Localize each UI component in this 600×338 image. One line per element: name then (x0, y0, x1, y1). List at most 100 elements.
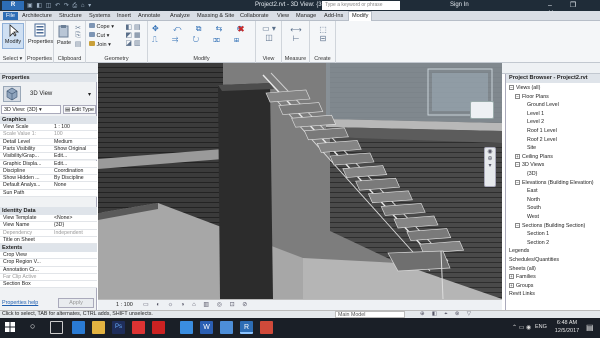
browser-item[interactable]: Level 2 (527, 119, 544, 126)
property-row[interactable]: Parts Visibility Show Original (0, 145, 97, 154)
navigation-bar[interactable]: ◉ ⊕ ▾ (484, 147, 496, 187)
revit-taskbar-icon[interactable]: R (240, 321, 253, 334)
browser-item[interactable]: + Ceiling Plans (515, 154, 553, 161)
property-value[interactable]: <None> (54, 215, 95, 222)
properties-help-link[interactable]: Properties help (2, 300, 38, 306)
browser-item[interactable]: − Floor Plans (515, 94, 549, 101)
property-value[interactable]: {3D} (54, 222, 95, 229)
apply-button[interactable]: Apply (58, 298, 94, 308)
display-icon[interactable] (180, 321, 193, 334)
acrobat-icon[interactable] (132, 321, 145, 334)
create-tools[interactable]: ⬚ ⊟ (313, 25, 333, 43)
tree-toggle-icon[interactable]: + (509, 282, 514, 288)
active-workset[interactable]: Main Model (335, 311, 405, 318)
clock-date[interactable]: 12/5/2017 (552, 328, 582, 334)
browser-item[interactable]: −3D Views (515, 162, 544, 169)
tree-toggle-icon[interactable]: − (515, 179, 520, 185)
tab-massing-site[interactable]: Massing & Site (197, 12, 234, 20)
extents-section-header[interactable]: Extents (0, 244, 97, 252)
browser-item[interactable]: − Elevations (Building Elevation) (515, 180, 594, 187)
property-row[interactable]: View Name {3D} (0, 222, 97, 230)
property-row[interactable]: Show Hidden ... By Discipline (0, 175, 97, 183)
property-row[interactable]: Graphic Displa... Edit... (0, 160, 97, 168)
paste-button[interactable]: Paste (57, 24, 71, 48)
property-row[interactable]: Default Analys... None (0, 182, 97, 190)
property-value[interactable]: Medium (54, 139, 95, 146)
property-row[interactable]: View Template <None> (0, 215, 97, 223)
tab-add-ins[interactable]: Add-Ins (324, 12, 343, 20)
instance-selector[interactable]: 3D View: {3D} ▾ (1, 105, 61, 114)
type-dropdown-arrow[interactable]: ▾ (88, 91, 91, 98)
view-scale[interactable]: 1 : 100 (116, 302, 133, 308)
properties-button[interactable]: Properties (28, 23, 53, 49)
browser-item[interactable]: South (527, 205, 541, 212)
measure-tools[interactable]: ⟷ ⊢ (285, 25, 307, 43)
cut-button[interactable]: Cut ▾ (89, 32, 109, 39)
tab-view[interactable]: View (277, 12, 289, 20)
browser-item[interactable]: − Sections (Building Section) (515, 223, 585, 230)
browser-item[interactable]: East (527, 188, 538, 195)
join-button[interactable]: Join ▾ (89, 41, 111, 48)
property-value[interactable]: Coordination (54, 168, 95, 175)
browser-item[interactable]: − Views (all) (509, 85, 540, 92)
tab-modify[interactable]: Modify (348, 11, 373, 21)
property-row[interactable]: Visibility/Grap... Edit... (0, 153, 97, 161)
sign-in-link[interactable]: Sign In (450, 2, 469, 8)
property-row[interactable]: Crop Region V... (0, 259, 97, 267)
browser-item[interactable]: {3D} (527, 171, 537, 178)
app-menu-button[interactable]: R (2, 1, 24, 10)
search-icon[interactable]: ○ (30, 321, 43, 334)
view-control-icons[interactable]: ▭ ◐ ☼ ◑ ⌂ ▥ ◎ ⊡ ⊘ (143, 301, 250, 308)
word-icon[interactable]: W (200, 321, 213, 334)
select-panel-label[interactable]: Select ▾ (0, 56, 25, 62)
property-row[interactable]: View Scale 1 : 100 (0, 124, 97, 132)
property-value[interactable]: 1 : 100 (54, 124, 95, 131)
property-value[interactable]: 100 (54, 131, 95, 138)
property-value[interactable]: By Discipline (54, 175, 95, 182)
browser-item[interactable]: Revit Links (509, 291, 535, 298)
property-row[interactable]: Section Box (0, 281, 97, 289)
tab-manage[interactable]: Manage (296, 12, 316, 20)
browser-item[interactable]: Schedules/Quantities (509, 257, 559, 264)
tab-systems[interactable]: Systems (89, 12, 110, 20)
browser-item[interactable]: Level 1 (527, 111, 544, 118)
tree-toggle-icon[interactable]: − (509, 85, 514, 91)
browser-item[interactable]: Section 2 (527, 240, 549, 247)
browser-item[interactable]: Section 1 (527, 231, 549, 238)
tray-icons[interactable]: ⌃ ▭ ◉ (512, 324, 531, 331)
geometry-small-tools[interactable]: ◧▤ ◩▦ ◪▥ (122, 23, 146, 47)
edge-icon[interactable] (72, 321, 85, 334)
view-cube[interactable] (470, 101, 494, 119)
app-icon[interactable] (220, 321, 233, 334)
input-language[interactable]: ENG (535, 324, 547, 330)
browser-item[interactable]: Roof 1 Level (527, 128, 557, 135)
graphics-section-header[interactable]: Graphics (0, 116, 97, 124)
file-explorer-icon[interactable] (92, 321, 105, 334)
tab-annotate[interactable]: Annotate (138, 12, 160, 20)
delete-button[interactable]: ✖ (232, 24, 250, 46)
tab-architecture[interactable]: Architecture (22, 12, 52, 20)
tree-toggle-icon[interactable]: + (515, 153, 520, 159)
tree-toggle-icon[interactable]: + (509, 274, 514, 280)
property-value[interactable]: Independent (54, 230, 95, 237)
browser-item[interactable]: Ground Level (527, 102, 559, 109)
tab-structure[interactable]: Structure (59, 12, 82, 20)
clock-time[interactable]: 6:48 AM (552, 320, 582, 326)
property-value[interactable]: Edit... (54, 161, 95, 168)
3d-viewport[interactable]: ◉ ⊕ ▾ (98, 63, 502, 302)
identity-section-header[interactable]: Identity Data (0, 207, 97, 215)
tab-collaborate[interactable]: Collaborate (240, 12, 269, 20)
browser-item[interactable]: West (527, 214, 539, 221)
notification-icon[interactable]: ▤ (586, 323, 594, 332)
status-icons[interactable]: ⊕ ◧ ⌖ ⊗ ▽ (420, 311, 474, 318)
tree-toggle-icon[interactable]: − (515, 93, 520, 99)
quick-access-toolbar[interactable]: ▣ ◧ ◫ ↶ ↷ ⎙ ⌂ ▾ (27, 2, 92, 10)
tab-analyze[interactable]: Analyze (170, 12, 190, 20)
tab-insert[interactable]: Insert (117, 12, 131, 20)
property-value[interactable]: Show Original (54, 146, 95, 153)
windows-start-icon[interactable] (4, 321, 16, 334)
photoshop-icon[interactable]: Ps (112, 321, 125, 334)
property-row[interactable]: Crop View (0, 252, 97, 260)
browser-item[interactable]: Roof 2 Level (527, 137, 557, 144)
tree-toggle-icon[interactable]: − (515, 162, 520, 168)
